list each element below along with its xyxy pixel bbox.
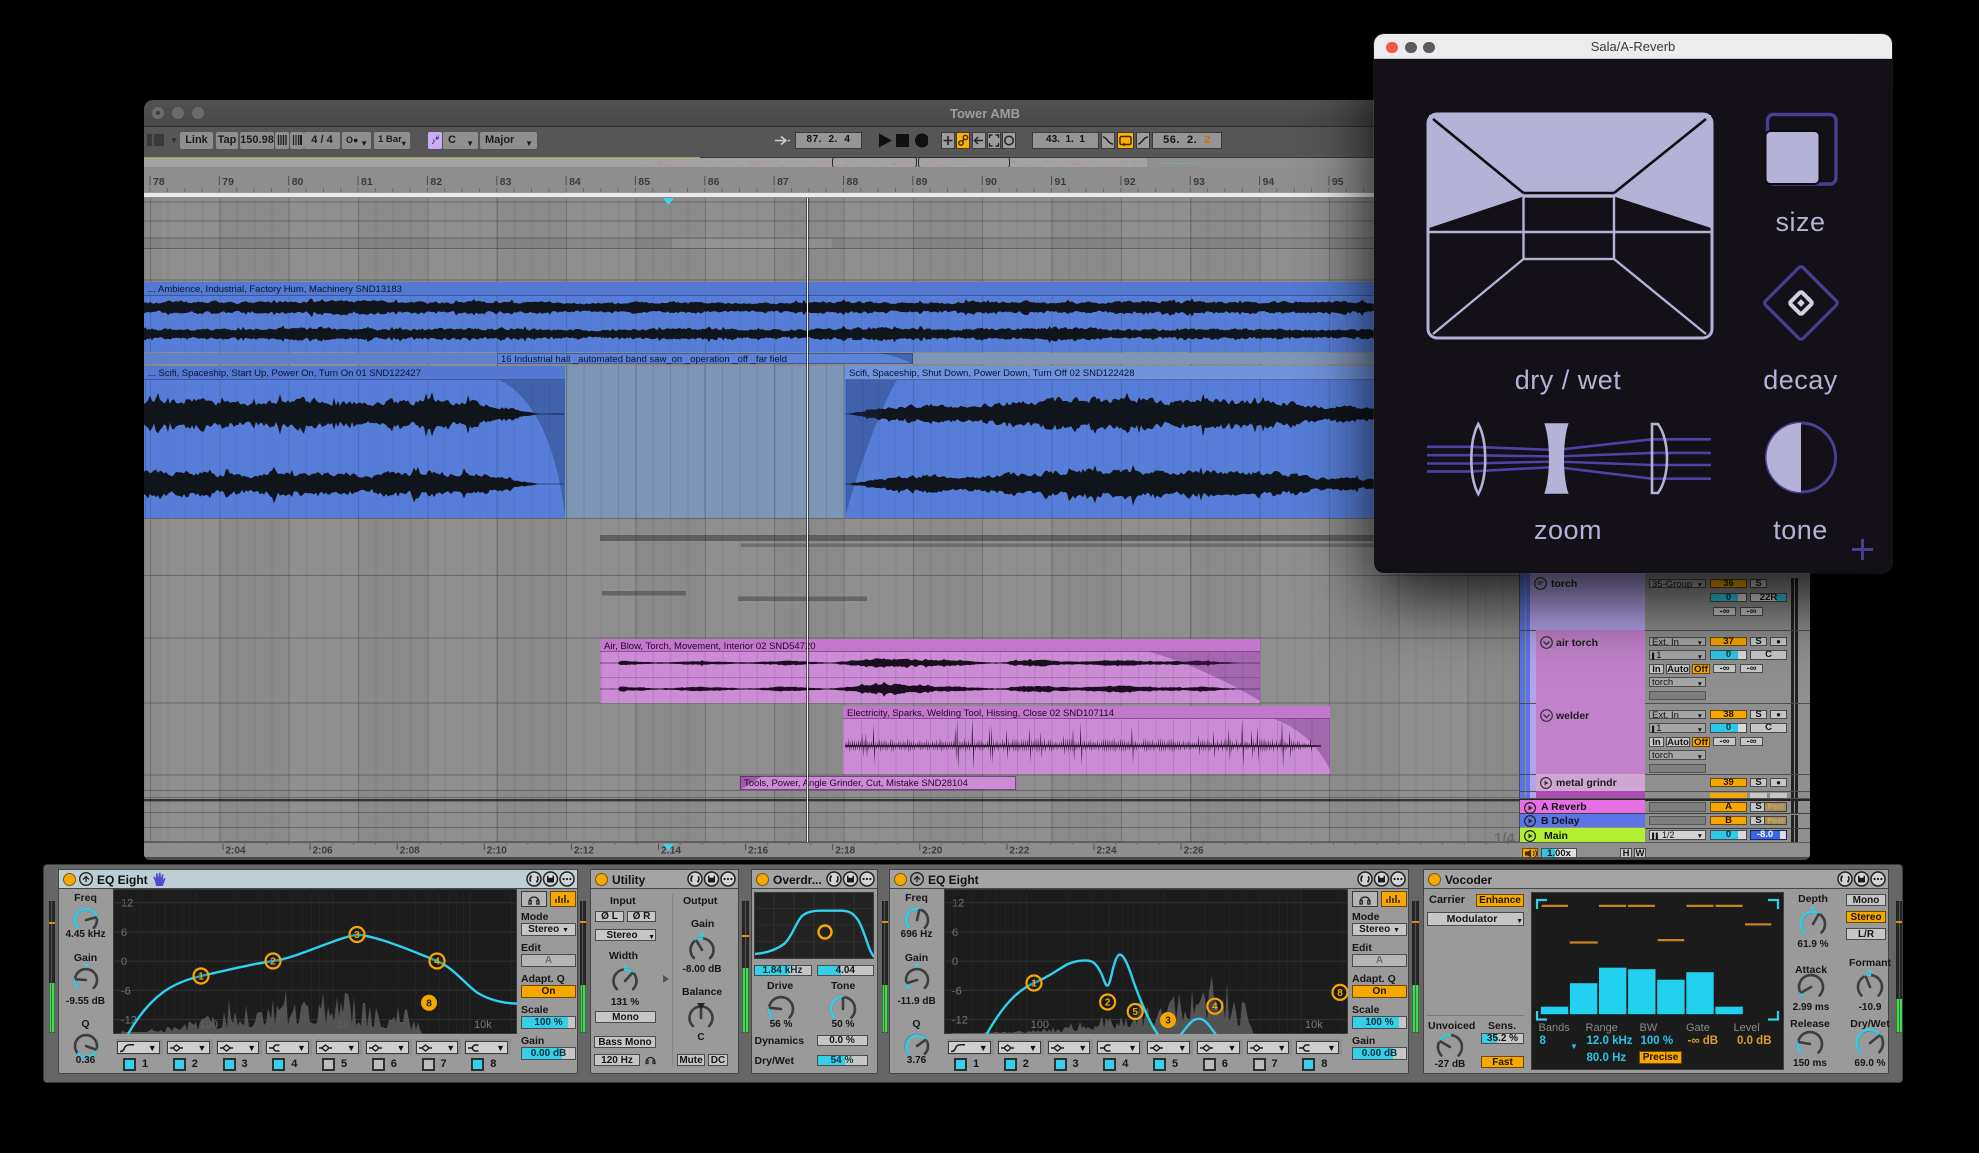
svg-text:-6: -6 — [121, 985, 131, 997]
svg-text:2:24: 2:24 — [1097, 846, 1117, 857]
svg-text:3: 3 — [354, 930, 360, 941]
svg-text:91: 91 — [1055, 176, 1067, 188]
svg-text:2:10: 2:10 — [487, 846, 507, 857]
svg-text:10k: 10k — [474, 1019, 492, 1031]
svg-text:8: 8 — [1337, 988, 1343, 999]
svg-text:86: 86 — [708, 176, 720, 188]
svg-text:2:04: 2:04 — [226, 846, 246, 857]
svg-text:89: 89 — [916, 176, 928, 188]
svg-text:2:22: 2:22 — [1009, 846, 1029, 857]
svg-text:4: 4 — [434, 957, 440, 968]
svg-text:-6: -6 — [952, 985, 962, 997]
svg-text:2:20: 2:20 — [922, 846, 942, 857]
svg-text:12: 12 — [952, 898, 964, 910]
svg-text:8: 8 — [426, 998, 432, 1009]
svg-text:1: 1 — [1031, 979, 1037, 990]
svg-text:2:12: 2:12 — [574, 846, 594, 857]
svg-text:2: 2 — [270, 957, 276, 968]
svg-text:80: 80 — [292, 176, 304, 188]
svg-text:-12: -12 — [952, 1015, 968, 1027]
svg-text:2: 2 — [1105, 998, 1111, 1009]
svg-text:90: 90 — [985, 176, 997, 188]
svg-text:81: 81 — [361, 176, 373, 188]
svg-text:87: 87 — [777, 176, 789, 188]
svg-text:4: 4 — [1212, 1002, 1218, 1013]
svg-text:78: 78 — [153, 176, 165, 188]
svg-text:95: 95 — [1332, 176, 1344, 188]
svg-text:93: 93 — [1193, 176, 1205, 188]
svg-text:2:16: 2:16 — [748, 846, 768, 857]
svg-text:2:08: 2:08 — [400, 846, 420, 857]
svg-text:2:18: 2:18 — [835, 846, 855, 857]
svg-text:12: 12 — [121, 898, 133, 910]
svg-text:2:06: 2:06 — [313, 846, 333, 857]
svg-text:10k: 10k — [1305, 1019, 1323, 1031]
svg-text:2:26: 2:26 — [1184, 846, 1204, 857]
svg-text:82: 82 — [430, 176, 442, 188]
svg-text:94: 94 — [1263, 176, 1275, 188]
svg-text:5: 5 — [1132, 1007, 1138, 1018]
svg-text:3: 3 — [1165, 1016, 1171, 1027]
svg-text:1: 1 — [198, 972, 204, 983]
svg-text:88: 88 — [847, 176, 859, 188]
svg-text:85: 85 — [638, 176, 650, 188]
svg-text:92: 92 — [1124, 176, 1136, 188]
svg-text:84: 84 — [569, 176, 581, 188]
svg-text:79: 79 — [222, 176, 234, 188]
svg-text:83: 83 — [500, 176, 512, 188]
svg-text:100: 100 — [1031, 1019, 1049, 1031]
